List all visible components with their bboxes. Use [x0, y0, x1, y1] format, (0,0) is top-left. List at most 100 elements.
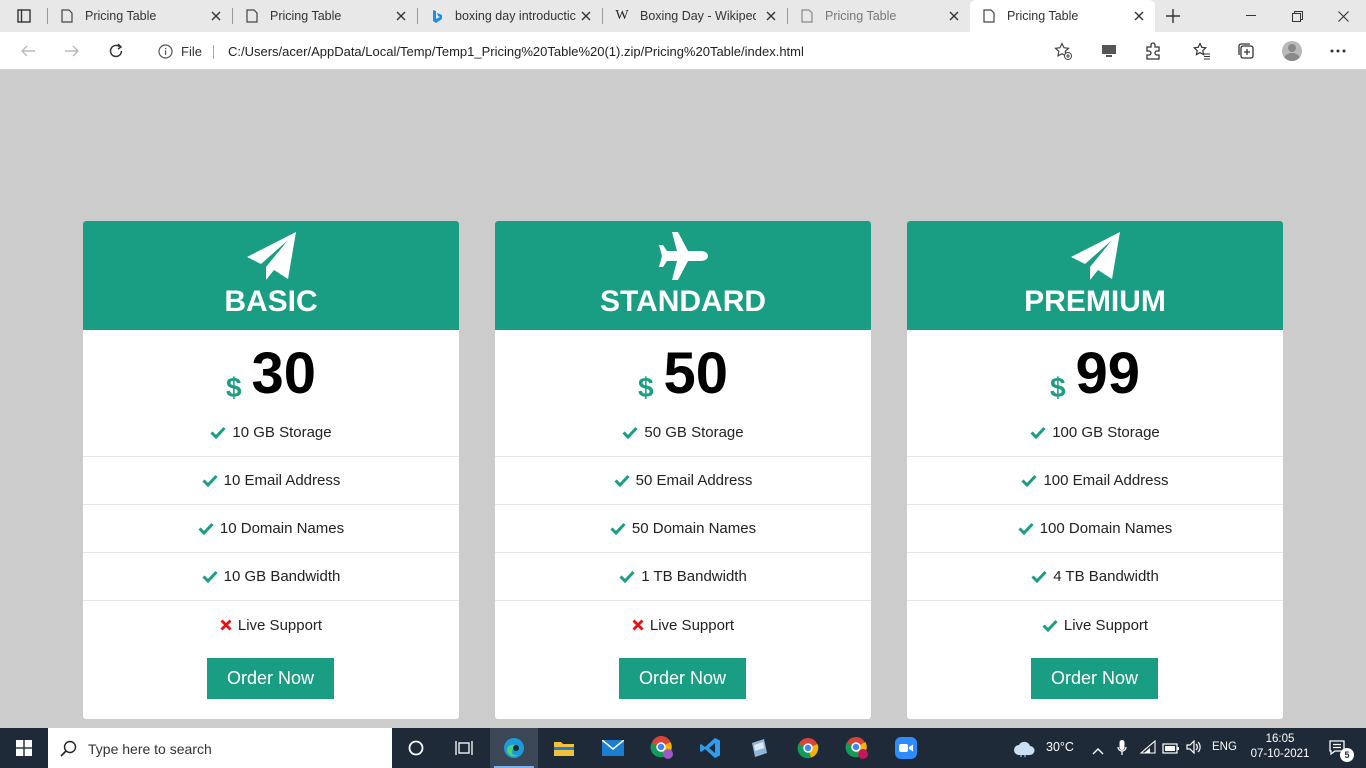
feature-item: 1 TB Bandwidth	[495, 553, 871, 601]
close-icon[interactable]	[763, 8, 779, 24]
check-icon	[1018, 522, 1034, 535]
mail-icon[interactable]	[589, 728, 637, 768]
feature-item: 50 Domain Names	[495, 505, 871, 553]
order-now-button[interactable]: Order Now	[1031, 658, 1158, 699]
price-amount: 99	[1075, 341, 1141, 406]
currency-symbol: $	[225, 372, 242, 403]
feature-text: 10 Domain Names	[219, 520, 345, 537]
new-tab-button[interactable]	[1160, 4, 1186, 28]
cortana-button[interactable]	[392, 728, 440, 768]
feature-item: Live Support	[495, 601, 871, 649]
close-window-button[interactable]	[1320, 0, 1366, 32]
clock[interactable]: 16:05 07-10-2021	[1244, 732, 1316, 762]
page-icon	[800, 9, 814, 23]
edge-app-icon[interactable]	[490, 728, 538, 768]
file-explorer-icon[interactable]	[540, 728, 588, 768]
feature-text: 50 Domain Names	[631, 520, 757, 537]
feature-item: Live Support	[83, 601, 459, 649]
check-icon	[1021, 474, 1038, 487]
favorites-icon[interactable]	[1185, 34, 1219, 68]
close-icon[interactable]	[946, 8, 962, 24]
card-header: BASIC	[83, 221, 459, 330]
close-icon[interactable]	[1131, 8, 1147, 24]
feature-item: Live Support	[907, 601, 1283, 649]
minimize-button[interactable]	[1228, 0, 1274, 32]
task-view-button[interactable]	[440, 728, 488, 768]
scheme-label: File	[181, 44, 202, 59]
wifi-icon[interactable]	[1139, 739, 1156, 759]
forward-button[interactable]	[55, 34, 89, 68]
back-button[interactable]	[11, 34, 45, 68]
order-now-button[interactable]: Order Now	[619, 658, 746, 699]
tab-title: Pricing Table	[85, 9, 157, 23]
close-icon[interactable]	[393, 8, 409, 24]
clock-date: 07-10-2021	[1250, 748, 1310, 760]
check-icon	[1030, 426, 1046, 439]
feature-text: Live Support	[237, 616, 323, 634]
browser-tab[interactable]: boxing day introductic	[417, 0, 602, 32]
notepad-icon[interactable]	[735, 728, 783, 768]
feature-text: 10 Email Address	[223, 472, 341, 489]
taskbar-search[interactable]: Type here to search	[48, 728, 392, 768]
address-toolbar: File C:/Users/acer/AppData/Local/Temp/Te…	[0, 32, 1366, 70]
profile-avatar[interactable]	[1275, 34, 1309, 68]
add-favorite-icon[interactable]	[1054, 42, 1072, 65]
browser-tab[interactable]: Pricing Table	[232, 0, 417, 32]
price-amount: 50	[663, 341, 729, 406]
url-text[interactable]: C:/Users/acer/AppData/Local/Temp/Temp1_P…	[228, 44, 804, 59]
plan-name: PREMIUM	[1024, 285, 1166, 318]
zoom-icon[interactable]	[882, 728, 930, 768]
settings-more-icon[interactable]	[1321, 34, 1355, 68]
close-icon[interactable]	[578, 8, 594, 24]
pricing-card-standard: STANDARD $ 50 50 GB Storage 50 Email Add…	[495, 221, 871, 719]
chrome-profile-icon[interactable]	[833, 728, 881, 768]
feature-item: 10 Domain Names	[83, 505, 459, 553]
bing-icon	[430, 9, 444, 23]
close-icon[interactable]	[208, 8, 224, 24]
feature-text: 100 Domain Names	[1039, 520, 1173, 537]
tab-divider	[602, 8, 603, 24]
browser-tab[interactable]: W Boxing Day - Wikiped	[602, 0, 787, 32]
weather-temperature[interactable]: 30°C	[1046, 740, 1074, 754]
feature-text: 100 Email Address	[1043, 472, 1169, 489]
currency-symbol: $	[1049, 372, 1066, 403]
page-icon	[245, 9, 259, 23]
feature-item: 100 Email Address	[907, 457, 1283, 505]
language-indicator[interactable]: ENG	[1212, 741, 1237, 753]
refresh-button[interactable]	[99, 34, 133, 68]
info-icon[interactable]	[158, 44, 173, 64]
chrome-profile-icon[interactable]	[638, 728, 686, 768]
paper-plane-icon	[1071, 232, 1120, 280]
collections-icon[interactable]	[1229, 34, 1263, 68]
vscode-icon[interactable]	[686, 728, 734, 768]
tab-actions-menu-icon[interactable]	[8, 0, 40, 32]
page-icon	[60, 9, 74, 23]
battery-icon[interactable]	[1162, 741, 1180, 759]
chevron-up-icon[interactable]	[1092, 742, 1104, 760]
check-icon	[202, 570, 218, 583]
notification-center-button[interactable]: 5	[1318, 728, 1358, 768]
pricing-card-basic: BASIC $ 30 10 GB Storage 10 Email Addres…	[83, 221, 459, 719]
weather-icon[interactable]	[1013, 739, 1037, 762]
avatar	[1282, 41, 1302, 61]
screen-cast-icon[interactable]	[1092, 34, 1126, 68]
tab-title: Pricing Table	[270, 9, 342, 23]
browser-tab[interactable]: Pricing Table	[47, 0, 232, 32]
feature-text: Live Support	[649, 616, 735, 634]
tab-title: Boxing Day - Wikiped	[640, 9, 756, 23]
volume-icon[interactable]	[1186, 739, 1202, 759]
airplane-icon	[659, 232, 708, 280]
microphone-icon[interactable]	[1117, 739, 1127, 762]
tab-divider	[232, 8, 233, 24]
order-now-button[interactable]: Order Now	[207, 658, 334, 699]
notification-badge: 5	[1340, 748, 1354, 762]
browser-tab[interactable]: Pricing Table	[787, 0, 970, 32]
divider	[213, 45, 214, 59]
restore-button[interactable]	[1274, 0, 1320, 32]
feature-item: 50 GB Storage	[495, 409, 871, 457]
chrome-icon[interactable]	[784, 728, 832, 768]
browser-tab-active[interactable]: Pricing Table	[970, 0, 1155, 32]
start-button[interactable]	[0, 728, 48, 768]
address-field[interactable]: File C:/Users/acer/AppData/Local/Temp/Te…	[144, 36, 1080, 66]
extensions-icon[interactable]	[1136, 34, 1170, 68]
